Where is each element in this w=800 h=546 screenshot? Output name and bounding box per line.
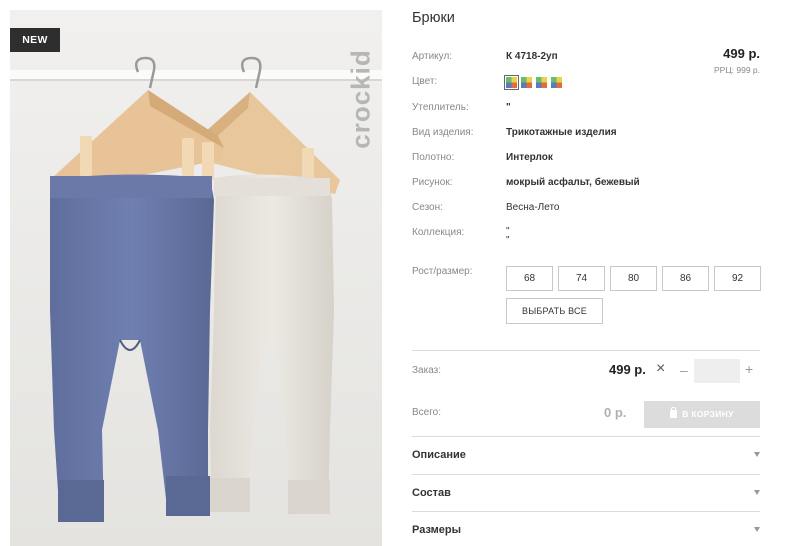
total-label: Всего:: [412, 407, 441, 418]
spec-label: Артикул:: [412, 51, 453, 62]
size-option-92[interactable]: 92: [714, 266, 761, 291]
spec-label: Полотно:: [412, 152, 455, 163]
spec-label: Коллекция:: [412, 227, 465, 238]
spec-value: К 4718-2уп: [506, 51, 558, 62]
color-swatch[interactable]: [536, 77, 547, 88]
size-option-74[interactable]: 74: [558, 266, 605, 291]
total-value: 0 р.: [604, 405, 627, 420]
color-swatches: [504, 75, 562, 90]
chevron-down-icon: [754, 527, 760, 532]
size-option-68[interactable]: 68: [506, 266, 553, 291]
quantity-input[interactable]: [694, 359, 740, 383]
product-price: 499 р.: [723, 46, 760, 61]
spec-value: " ": [506, 226, 510, 246]
select-all-button[interactable]: ВЫБРАТЬ ВСЕ: [506, 298, 603, 324]
divider: [412, 474, 760, 475]
decrease-quantity-button[interactable]: –: [680, 362, 688, 378]
product-illustration: [10, 10, 382, 546]
color-swatch-selected[interactable]: [504, 75, 519, 90]
accordion-description[interactable]: Описание: [412, 445, 760, 465]
product-photo[interactable]: NEW crockid: [10, 10, 382, 546]
color-swatch[interactable]: [521, 77, 532, 88]
spec-label: Вид изделия:: [412, 127, 474, 138]
size-option-86[interactable]: 86: [662, 266, 709, 291]
spec-value: ": [506, 102, 511, 113]
recommended-price: РРЦ: 999 р.: [714, 65, 760, 75]
spec-label: Сезон:: [412, 202, 443, 213]
spec-label: Цвет:: [412, 76, 438, 87]
product-title: Брюки: [412, 10, 455, 26]
divider: [412, 511, 760, 512]
spec-value: Трикотажные изделия: [506, 127, 617, 138]
divider: [412, 436, 760, 437]
brand-watermark: crockid: [345, 24, 376, 174]
order-price: 499 р.: [609, 362, 646, 377]
color-swatch[interactable]: [551, 77, 562, 88]
bag-icon: [670, 407, 678, 418]
accordion-label: Размеры: [412, 524, 462, 536]
size-options: 68 74 80 86 92: [506, 266, 761, 291]
accordion-composition[interactable]: Состав: [412, 483, 760, 503]
chevron-down-icon: [754, 490, 760, 495]
brand-text: crockid: [345, 49, 376, 149]
sizes-label: Рост/размер:: [412, 266, 473, 277]
spec-label: Утеплитель:: [412, 102, 469, 113]
price-box: 499 р. РРЦ: 999 р.: [714, 46, 760, 75]
spec-value: Весна-Лето: [506, 202, 560, 213]
add-to-cart-button[interactable]: В КОРЗИНУ: [644, 401, 760, 428]
accordion-label: Описание: [412, 449, 466, 461]
new-badge: NEW: [10, 28, 60, 52]
remove-icon[interactable]: ×: [656, 360, 665, 378]
increase-quantity-button[interactable]: +: [745, 361, 753, 377]
accordion-label: Состав: [412, 487, 451, 499]
chevron-down-icon: [754, 452, 760, 457]
divider: [412, 350, 760, 351]
order-label: Заказ:: [412, 365, 442, 376]
spec-label: Рисунок:: [412, 177, 453, 188]
spec-value: Интерлок: [506, 152, 553, 163]
add-to-cart-label: В КОРЗИНУ: [682, 409, 734, 419]
size-option-80[interactable]: 80: [610, 266, 657, 291]
accordion-sizes[interactable]: Размеры: [412, 520, 760, 540]
spec-value: мокрый асфальт, бежевый: [506, 177, 640, 188]
